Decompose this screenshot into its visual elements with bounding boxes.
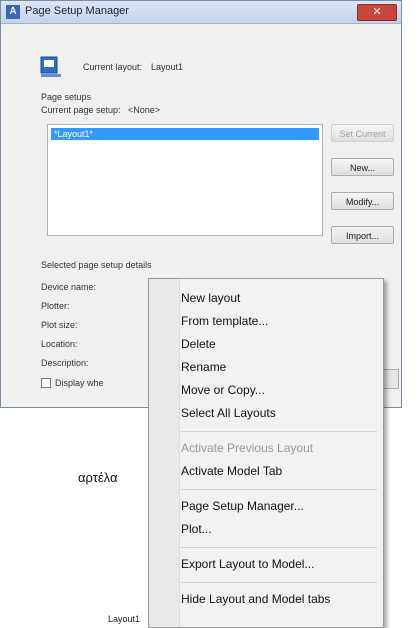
menu-icon-strip — [149, 279, 180, 627]
menu-separator — [181, 489, 377, 490]
plot-size-label: Plot size: — [41, 320, 78, 330]
menu-item-move-or-copy[interactable]: Move or Copy... — [181, 383, 265, 397]
new-button[interactable]: New... — [331, 158, 394, 176]
menu-separator — [181, 431, 377, 432]
menu-item-export-layout[interactable]: Export Layout to Model... — [181, 557, 314, 571]
layout-tab[interactable]: Layout1 — [108, 614, 140, 624]
plotter-label: Plotter: — [41, 301, 70, 311]
dialog-title: Page Setup Manager — [25, 5, 129, 17]
page-setups-label: Page setups — [41, 92, 92, 102]
menu-separator — [181, 582, 377, 583]
display-checkbox[interactable] — [41, 378, 51, 388]
layout-context-menu: New layout From template... Delete Renam… — [148, 278, 384, 628]
menu-item-select-all-layouts[interactable]: Select All Layouts — [181, 406, 276, 420]
menu-item-activate-model-tab[interactable]: Activate Model Tab — [181, 464, 282, 478]
menu-item-delete[interactable]: Delete — [181, 337, 216, 351]
current-layout-value: Layout1 — [151, 62, 184, 72]
menu-item-rename[interactable]: Rename — [181, 360, 226, 374]
layout-icon — [40, 56, 61, 77]
page-setups-list[interactable]: *Layout1* — [47, 124, 323, 236]
display-checkbox-label: Display whe — [55, 378, 104, 388]
menu-item-page-setup-manager[interactable]: Page Setup Manager... — [181, 499, 304, 513]
menu-item-new-layout[interactable]: New layout — [181, 291, 240, 305]
title-bar[interactable]: A Page Setup Manager ✕ — [1, 1, 401, 24]
current-layout-label: Current layout: — [83, 62, 143, 72]
description-label: Description: — [41, 358, 89, 368]
autocad-icon: A — [6, 5, 20, 19]
location-label: Location: — [41, 339, 78, 349]
current-page-setup-label: Current page setup: — [41, 105, 121, 115]
import-button[interactable]: Import... — [331, 226, 394, 244]
background-text: αρτέλα — [78, 470, 118, 485]
device-name-label: Device name: — [41, 282, 97, 292]
menu-item-hide-tabs[interactable]: Hide Layout and Model tabs — [181, 592, 330, 606]
close-button[interactable]: ✕ — [357, 4, 397, 21]
menu-item-from-template[interactable]: From template... — [181, 314, 268, 328]
menu-item-activate-previous-layout[interactable]: Activate Previous Layout — [181, 441, 313, 455]
details-heading: Selected page setup details — [41, 260, 152, 270]
menu-separator — [181, 547, 377, 548]
current-page-setup-value: <None> — [128, 105, 161, 115]
set-current-button[interactable]: Set Current — [331, 124, 394, 142]
modify-button[interactable]: Modify... — [331, 192, 394, 210]
list-item-selected[interactable]: *Layout1* — [51, 128, 319, 140]
menu-item-plot[interactable]: Plot... — [181, 522, 212, 536]
